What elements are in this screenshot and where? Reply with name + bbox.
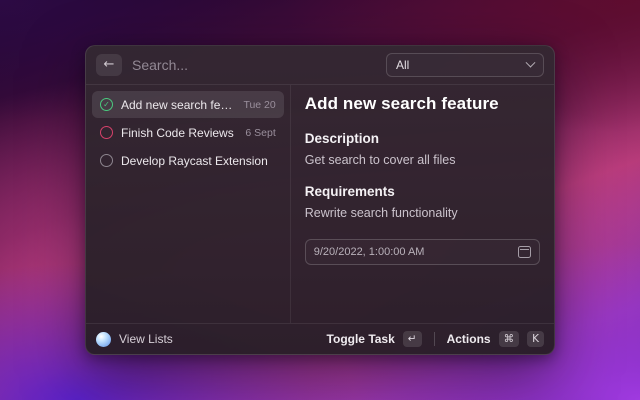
description-heading: Description [305, 131, 540, 146]
task-title: Add new search feature [121, 98, 235, 112]
list-item[interactable]: Finish Code Reviews 6 Sept [92, 119, 284, 146]
main-content: ✓ Add new search feature Tue 20 Finish C… [86, 85, 554, 323]
calendar-icon [518, 246, 531, 258]
enter-key-badge: ↵ [403, 331, 422, 347]
list-item[interactable]: Develop Raycast Extension [92, 147, 284, 174]
detail-title: Add new search feature [305, 94, 540, 114]
footer-separator [434, 332, 435, 346]
desktop-wallpaper: ← All ✓ Add new search feature Tue 20 Fi [0, 0, 640, 400]
chevron-down-icon [526, 57, 536, 67]
back-arrow-icon: ← [104, 57, 115, 72]
task-title: Develop Raycast Extension [121, 154, 268, 168]
datetime-picker-field[interactable]: 9/20/2022, 1:00:00 AM [305, 239, 540, 265]
requirements-body: Rewrite search functionality [305, 206, 540, 220]
view-lists-icon [96, 332, 111, 347]
description-body: Get search to cover all files [305, 153, 540, 167]
toggle-task-button[interactable]: Toggle Task [327, 332, 395, 346]
filter-dropdown[interactable]: All [386, 53, 544, 77]
circle-icon [100, 154, 113, 167]
list-item[interactable]: ✓ Add new search feature Tue 20 [92, 91, 284, 118]
requirements-heading: Requirements [305, 184, 540, 199]
circle-icon [100, 126, 113, 139]
raycast-window: ← All ✓ Add new search feature Tue 20 Fi [85, 45, 555, 355]
cmd-key-badge: ⌘ [499, 331, 520, 347]
actions-button[interactable]: Actions [447, 332, 491, 346]
window-header: ← All [86, 46, 554, 84]
task-date: 6 Sept [245, 127, 275, 139]
back-button[interactable]: ← [96, 54, 122, 76]
check-circle-icon: ✓ [100, 98, 113, 111]
task-date: Tue 20 [243, 99, 275, 111]
task-list: ✓ Add new search feature Tue 20 Finish C… [86, 85, 291, 323]
datetime-value: 9/20/2022, 1:00:00 AM [314, 246, 425, 258]
task-title: Finish Code Reviews [121, 126, 237, 140]
k-key-badge: K [527, 331, 544, 347]
search-input[interactable] [132, 57, 376, 73]
filter-dropdown-value: All [396, 58, 409, 72]
task-detail-panel: Add new search feature Description Get s… [291, 85, 554, 323]
view-lists-label[interactable]: View Lists [119, 332, 173, 346]
window-footer: View Lists Toggle Task ↵ Actions ⌘ K [86, 324, 554, 354]
